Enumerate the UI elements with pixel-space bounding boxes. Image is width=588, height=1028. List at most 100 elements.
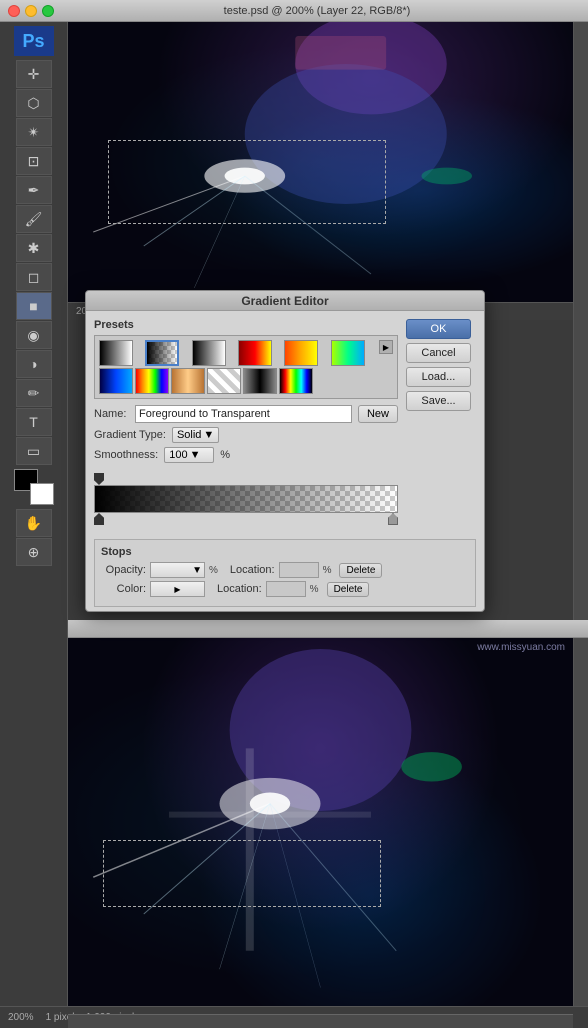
opacity-location-unit: % <box>323 565 332 576</box>
cancel-button[interactable]: Cancel <box>406 343 471 363</box>
smoothness-arrow: ▼ <box>190 449 201 461</box>
maximize-button[interactable] <box>42 5 54 17</box>
name-row: Name: New <box>94 405 398 423</box>
bottom-status-bar: 200% 1 pixel = 1,000 pixels <box>0 1006 588 1028</box>
dialog-left-panel: Presets ▶ <box>94 319 398 527</box>
gradient-preview-area <box>94 471 398 527</box>
gradient-type-label: Gradient Type: <box>94 429 166 441</box>
dodge-tool[interactable]: ◑ <box>16 350 52 378</box>
dialog-body: Presets ▶ <box>86 311 484 535</box>
background-color[interactable] <box>30 483 54 505</box>
move-tool[interactable]: ✛ <box>16 60 52 88</box>
gradient-tool[interactable]: ■ <box>16 292 52 320</box>
new-button[interactable]: New <box>358 405 398 423</box>
close-button[interactable] <box>8 5 20 17</box>
shape-tool[interactable]: ▭ <box>16 437 52 465</box>
preset-rainbow[interactable] <box>135 368 169 394</box>
color-location-unit: % <box>310 584 319 595</box>
ps-logo: Ps <box>14 26 54 56</box>
hand-tool[interactable]: ✋ <box>16 509 52 537</box>
name-label: Name: <box>94 408 129 420</box>
gradient-type-value: Solid <box>177 429 201 441</box>
presets-label: Presets <box>94 319 398 331</box>
opacity-location-label: Location: <box>230 564 275 576</box>
selection-marquee-top <box>108 140 386 224</box>
toolbar: Ps ✛ ⬡ ✴ ⊡ ✒ 🖌 ✱ ◻ ■ ◉ ◑ ✏ T ▭ ✋ ⊕ <box>0 22 68 1006</box>
ok-button[interactable]: OK <box>406 319 471 339</box>
color-label: Color: <box>101 583 146 595</box>
color-location-label: Location: <box>217 583 262 595</box>
preset-red[interactable] <box>238 340 272 366</box>
magic-wand-tool[interactable]: ✴ <box>16 118 52 146</box>
preset-copper[interactable] <box>171 368 205 394</box>
preset-yellow-green[interactable] <box>331 340 365 366</box>
watermark: www.missyuan.com <box>477 642 565 653</box>
color-location-input[interactable] <box>266 581 306 597</box>
color-delete-button[interactable]: Delete <box>327 582 370 597</box>
smoothness-unit: % <box>220 449 230 461</box>
color-stop-left[interactable] <box>94 513 104 525</box>
crop-tool[interactable]: ⊡ <box>16 147 52 175</box>
gradient-preview-bar[interactable] <box>94 485 398 513</box>
clone-stamp-tool[interactable]: ✱ <box>16 234 52 262</box>
presets-row2 <box>99 368 375 394</box>
preset-blue[interactable] <box>99 368 133 394</box>
preset-checkerboard2[interactable] <box>243 368 277 394</box>
save-button[interactable]: Save... <box>406 391 471 411</box>
canvas-content-top <box>68 22 573 302</box>
opacity-delete-button[interactable]: Delete <box>339 563 382 578</box>
second-scrollbar[interactable] <box>573 638 588 1006</box>
bottom-zoom: 200% <box>8 1012 34 1023</box>
opacity-label: Opacity: <box>101 564 146 576</box>
color-stop-right[interactable] <box>388 513 398 525</box>
opacity-stop-row: Opacity: ▼ % Location: % Delete <box>101 562 469 578</box>
lasso-tool[interactable]: ⬡ <box>16 89 52 117</box>
presets-menu-arrow[interactable]: ▶ <box>379 340 393 354</box>
gradient-type-select[interactable]: Solid ▼ <box>172 427 219 443</box>
gradient-type-arrow: ▼ <box>203 429 214 441</box>
preset-black-white[interactable] <box>192 340 226 366</box>
canvas-content-bottom: www.missyuan.com <box>68 638 573 1006</box>
canvas-top <box>68 22 573 302</box>
title-bar: teste.psd @ 200% (Layer 22, RGB/8*) <box>0 0 588 22</box>
presets-area: ▶ <box>94 335 398 399</box>
smoothness-input[interactable]: 100 ▼ <box>164 447 214 463</box>
opacity-unit: % <box>209 565 218 576</box>
window-title: teste.psd @ 200% (Layer 22, RGB/8*) <box>54 5 580 17</box>
traffic-lights <box>8 5 54 17</box>
preset-fg-bg[interactable] <box>99 340 133 366</box>
selection-marquee-bottom <box>103 840 381 906</box>
preset-checkerboard1[interactable] <box>207 368 241 394</box>
color-picker-arrow[interactable]: ▶ <box>150 581 205 597</box>
eyedropper-tool[interactable]: ✒ <box>16 176 52 204</box>
eraser-tool[interactable]: ◻ <box>16 263 52 291</box>
opacity-select[interactable]: ▼ <box>150 562 205 578</box>
dialog-buttons: OK Cancel Load... Save... <box>406 319 476 527</box>
second-title-bar <box>0 620 588 638</box>
preset-fg-transparent[interactable] <box>145 340 179 366</box>
opacity-location-input[interactable] <box>279 562 319 578</box>
opacity-stop-left[interactable] <box>94 473 104 485</box>
stops-title: Stops <box>101 546 469 558</box>
blur-tool[interactable]: ◉ <box>16 321 52 349</box>
opacity-stops-bar <box>94 471 398 485</box>
preset-spectrum[interactable] <box>279 368 313 394</box>
brush-tool[interactable]: 🖌 <box>16 205 52 233</box>
load-button[interactable]: Load... <box>406 367 471 387</box>
text-tool[interactable]: T <box>16 408 52 436</box>
zoom-tool[interactable]: ⊕ <box>16 538 52 566</box>
dialog-title: Gradient Editor <box>86 291 484 311</box>
stops-section: Stops Opacity: ▼ % Location: % Delete Co… <box>94 539 476 607</box>
photoshop-window: teste.psd @ 200% (Layer 22, RGB/8*) Ps ✛… <box>0 0 588 1028</box>
name-input[interactable] <box>135 405 352 423</box>
horizontal-scrollbar[interactable] <box>68 1014 573 1028</box>
color-stops-bar <box>94 513 398 527</box>
smoothness-label: Smoothness: <box>94 449 158 461</box>
minimize-button[interactable] <box>25 5 37 17</box>
canvas-background-bottom <box>68 638 573 1006</box>
smoothness-value: 100 <box>169 449 187 461</box>
color-stop-row: Color: ▶ Location: % Delete <box>101 581 469 597</box>
pen-tool[interactable]: ✏ <box>16 379 52 407</box>
preset-orange[interactable] <box>284 340 318 366</box>
type-row: Gradient Type: Solid ▼ <box>94 427 398 443</box>
